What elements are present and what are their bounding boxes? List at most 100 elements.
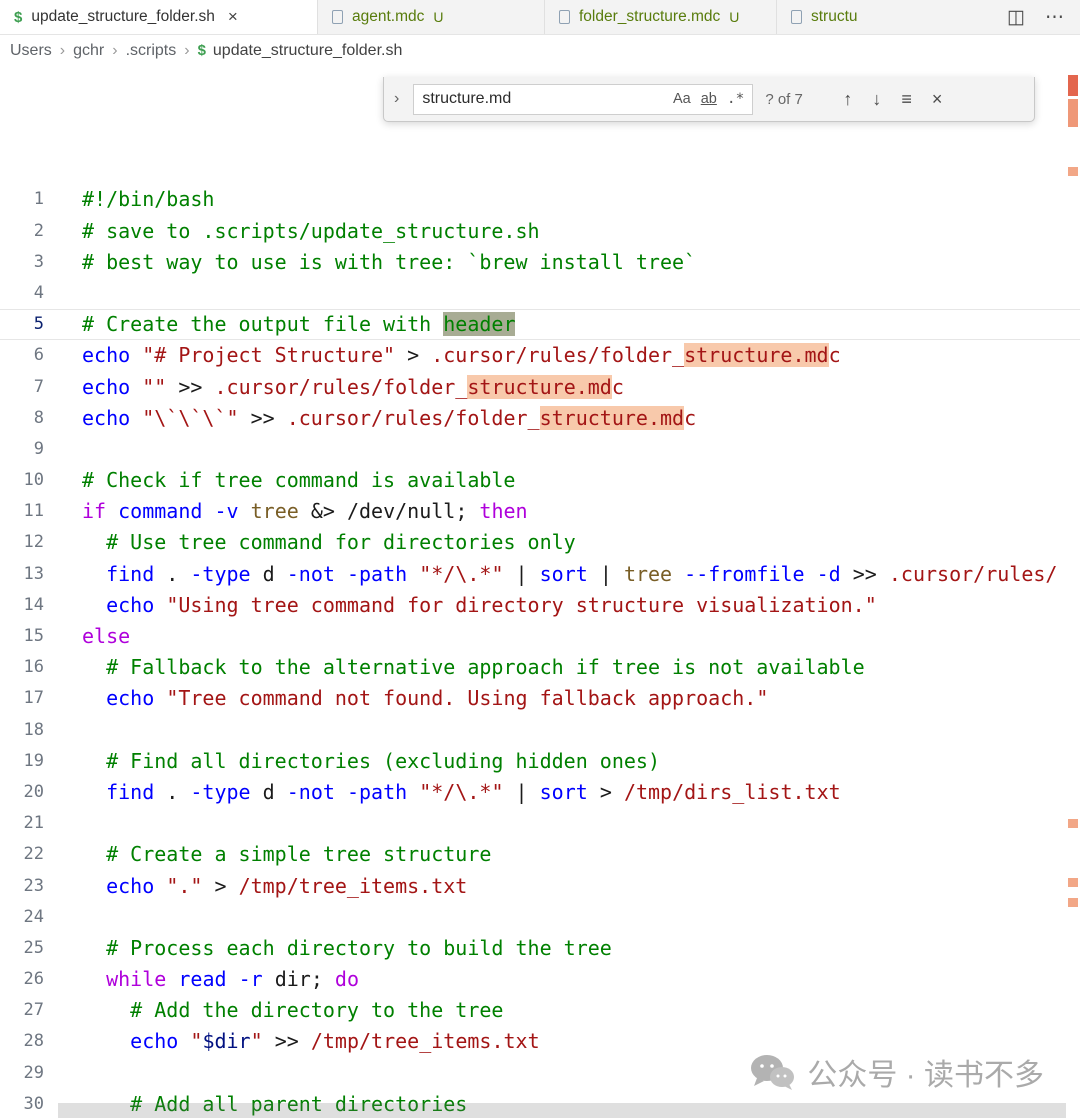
find-results-count: ? of 7 <box>765 91 827 108</box>
code-line[interactable]: 7echo "" >> .cursor/rules/folder_structu… <box>0 372 1080 403</box>
code-line[interactable]: 13 find . -type d -not -path "*/\.*" | s… <box>0 559 1080 590</box>
code-token: .cursor/rules/folder_ <box>214 375 467 399</box>
code-line[interactable]: 8 echo "\`\`\`" >> .cursor/rules/folder_s… <box>0 403 1080 434</box>
line-number: 4 <box>0 278 44 309</box>
tab-label: folder_structure.mdc <box>579 8 720 26</box>
tab-structure[interactable]: structu <box>777 0 889 34</box>
close-tab-icon[interactable]: × <box>228 7 238 27</box>
code-token: echo <box>106 874 154 898</box>
code-token: c <box>612 375 624 399</box>
code-line[interactable]: 5# Create the output file with header <box>0 309 1080 340</box>
code-token: # Create the output file with <box>82 312 443 336</box>
code-token: else <box>82 624 130 648</box>
code-token: "*/\.*" <box>419 780 503 804</box>
code-token: >> <box>166 375 214 399</box>
code-line[interactable]: 23 echo "." > /tmp/tree_items.txt <box>0 871 1080 902</box>
line-number: 3 <box>0 247 44 278</box>
horizontal-scrollbar[interactable] <box>58 1103 1066 1118</box>
code-text: echo "Using tree command for directory s… <box>82 590 877 621</box>
code-token <box>82 530 106 554</box>
code-line[interactable]: 18 <box>0 715 1080 746</box>
line-number: 10 <box>0 465 44 496</box>
code-line[interactable]: 25 # Process each directory to build the… <box>0 933 1080 964</box>
code-line[interactable]: 9 <box>0 434 1080 465</box>
code-line[interactable]: 17 echo "Tree command not found. Using f… <box>0 683 1080 714</box>
code-token <box>82 936 106 960</box>
breadcrumb: Users › gchr › .scripts › $ update_struc… <box>0 35 1080 66</box>
code-line[interactable]: 20 find . -type d -not -path "*/\.*" | s… <box>0 777 1080 808</box>
code-line[interactable]: 16 # Fallback to the alternative approac… <box>0 652 1080 683</box>
overview-ruler[interactable] <box>1066 66 1080 1118</box>
code-token: | <box>588 562 624 586</box>
code-token: c <box>829 343 841 367</box>
search-match: structure.md <box>684 343 829 367</box>
code-token: --fromfile <box>684 562 804 586</box>
next-match-icon[interactable]: ↓ <box>868 89 885 110</box>
whole-word-icon[interactable]: ab <box>701 91 717 107</box>
code-token <box>239 499 251 523</box>
code-line[interactable]: 3 # best way to use is with tree: `brew i… <box>0 247 1080 278</box>
code-text: while read -r dir; do <box>82 964 359 995</box>
code-line[interactable]: 27 # Add the directory to the tree <box>0 995 1080 1026</box>
watermark-text: 公众号 · 读书不多 <box>807 1050 1044 1094</box>
code-text: # Process each directory to build the tr… <box>82 933 612 964</box>
code-line[interactable]: 26 while read -r dir; do <box>0 964 1080 995</box>
file-icon <box>332 10 343 24</box>
close-find-icon[interactable]: × <box>928 89 947 110</box>
code-line[interactable]: 14 echo "Using tree command for director… <box>0 590 1080 621</box>
breadcrumb-item-file[interactable]: $ update_structure_folder.sh <box>198 42 403 60</box>
search-match-marker <box>1068 99 1078 127</box>
code-token: do <box>335 967 359 991</box>
line-number: 24 <box>0 902 44 933</box>
code-token: # Find all directories (excluding hidden… <box>106 749 660 773</box>
breadcrumb-item-users[interactable]: Users <box>10 42 52 60</box>
code-text: # Find all directories (excluding hidden… <box>82 746 660 777</box>
breadcrumb-item-gchr[interactable]: gchr <box>73 42 104 60</box>
editor[interactable]: 1#!/bin/bash2# save to .scripts/update_s… <box>0 66 1080 1118</box>
code-token: $dir <box>202 1029 250 1053</box>
code-token: # best way to use is with tree: `brew in… <box>82 250 696 274</box>
code-token: .cursor/rules/ <box>889 562 1058 586</box>
code-line[interactable]: 24 <box>0 902 1080 933</box>
code-token: sort <box>540 562 588 586</box>
code-token: tree <box>624 562 672 586</box>
code-line[interactable]: 19 # Find all directories (excluding hid… <box>0 746 1080 777</box>
vscode-window: $ update_structure_folder.sh × agent.mdc… <box>0 0 1080 1118</box>
regex-icon[interactable]: .* <box>727 91 744 107</box>
more-actions-icon[interactable]: ⋯ <box>1045 6 1064 29</box>
code-line[interactable]: 12 # Use tree command for directories on… <box>0 527 1080 558</box>
code-text: else <box>82 621 130 652</box>
line-number: 8 <box>0 403 44 434</box>
code-token: sort <box>540 780 588 804</box>
code-line[interactable]: 2# save to .scripts/update_structure.sh <box>0 216 1080 247</box>
find-in-selection-icon[interactable]: ≡ <box>897 89 916 110</box>
breadcrumb-item-scripts[interactable]: .scripts <box>126 42 177 60</box>
code-token: &> /dev/null; <box>299 499 480 523</box>
code-line[interactable]: 1#!/bin/bash <box>0 184 1080 215</box>
code-token: # Process each directory to build the tr… <box>106 936 612 960</box>
code-line[interactable]: 4 <box>0 278 1080 309</box>
code-token: "Using tree command for directory struct… <box>166 593 876 617</box>
find-query: structure.md <box>422 90 663 108</box>
match-case-icon[interactable]: Aa <box>673 91 691 107</box>
code-line[interactable]: 15else <box>0 621 1080 652</box>
code-token: echo <box>82 406 130 430</box>
code-text: # best way to use is with tree: `brew in… <box>82 247 696 278</box>
tab-agent-mdc[interactable]: agent.mdc U <box>318 0 545 34</box>
code-line[interactable]: 10# Check if tree command is available <box>0 465 1080 496</box>
shellscript-icon: $ <box>14 9 22 26</box>
code-text: echo "\`\`\`" >> .cursor/rules/folder_st… <box>82 403 696 434</box>
code-line[interactable]: 11if command -v tree &> /dev/null; then <box>0 496 1080 527</box>
code-line[interactable]: 6echo "# Project Structure" > .cursor/ru… <box>0 340 1080 371</box>
code-token: # Add the directory to the tree <box>130 998 503 1022</box>
find-input[interactable]: structure.md Aa ab .* <box>413 84 753 115</box>
tab-folder-structure-mdc[interactable]: folder_structure.mdc U <box>545 0 777 34</box>
code-token: .cursor/rules/folder_ <box>287 406 540 430</box>
previous-match-icon[interactable]: ↑ <box>839 89 856 110</box>
toggle-replace-icon[interactable]: › <box>392 90 401 108</box>
code-line[interactable]: 22 # Create a simple tree structure <box>0 839 1080 870</box>
code-line[interactable]: 21 <box>0 808 1080 839</box>
line-number: 27 <box>0 995 44 1026</box>
split-editor-icon[interactable]: ◫ <box>1007 6 1025 29</box>
tab-update-structure-folder[interactable]: $ update_structure_folder.sh × <box>0 0 318 34</box>
